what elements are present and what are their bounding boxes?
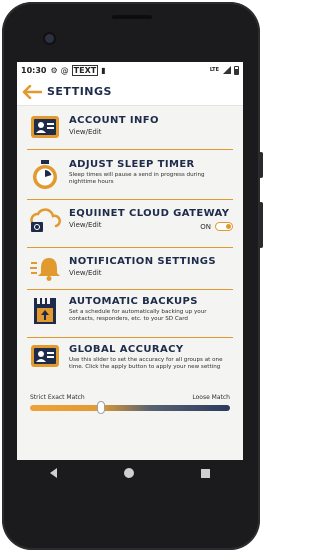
setting-notifications[interactable]: NOTIFICATION SETTINGS View/Edit xyxy=(27,248,233,290)
app-header: SETTINGS xyxy=(17,78,243,106)
setting-description: Use this slider to set the accuracy for … xyxy=(69,357,223,370)
network-type: LTE xyxy=(209,66,219,73)
account-card-icon xyxy=(27,115,63,149)
accuracy-card-icon xyxy=(27,344,63,394)
stopwatch-icon xyxy=(27,159,63,199)
setting-account-info[interactable]: ACCOUNT INFO View/Edit xyxy=(27,106,233,150)
nav-back-icon[interactable] xyxy=(50,468,58,478)
settings-list: ACCOUNT INFO View/Edit ADJUST SLEEP TIME… xyxy=(17,106,243,394)
earpiece-speaker xyxy=(112,15,152,19)
back-arrow-icon xyxy=(22,84,42,99)
setting-automatic-backups[interactable]: AUTOMATIC BACKUPS Set a schedule for aut… xyxy=(27,290,233,338)
text-badge: TEXT xyxy=(71,64,99,76)
battery-icon xyxy=(234,65,239,75)
app-screen: 10:30 ⚙ @ TEXT ▮ LTE SETTINGS ACCOUNT IN… xyxy=(17,62,243,460)
signal-icon xyxy=(222,66,231,74)
setting-title: NOTIFICATION SETTINGS xyxy=(69,256,216,267)
slider-max-label: Loose Match xyxy=(192,394,230,401)
setting-subtitle: View/Edit xyxy=(69,269,102,277)
toggle-label: ON xyxy=(200,222,211,231)
setting-global-accuracy: GLOBAL ACCURACY Use this slider to set t… xyxy=(27,338,233,394)
sd-backup-icon xyxy=(27,296,63,337)
at-icon: @ xyxy=(60,65,69,75)
slider-track[interactable] xyxy=(30,405,230,411)
status-bar: 10:30 ⚙ @ TEXT ▮ LTE xyxy=(17,62,243,78)
slider-min-label: Strict Exact Match xyxy=(30,394,85,401)
back-button[interactable] xyxy=(21,82,43,102)
setting-title: ACCOUNT INFO xyxy=(69,115,159,126)
slider-thumb[interactable] xyxy=(97,401,106,414)
cloud-gateway-icon xyxy=(27,208,63,247)
gear-icon: ⚙ xyxy=(50,65,58,75)
gateway-toggle-group: ON xyxy=(200,222,233,231)
setting-title: EQUIINET CLOUD GATEWAY xyxy=(69,208,230,219)
accuracy-slider[interactable] xyxy=(30,401,230,414)
nav-recents-icon[interactable] xyxy=(200,468,210,478)
android-nav-bar xyxy=(17,460,243,486)
setting-sleep-timer[interactable]: ADJUST SLEEP TIMER Sleep times will paus… xyxy=(27,150,233,200)
setting-title: GLOBAL ACCURACY xyxy=(69,344,184,355)
setting-title: AUTOMATIC BACKUPS xyxy=(69,296,198,307)
toggle-knob xyxy=(226,223,231,229)
setting-description: Sleep times will pause a send in progres… xyxy=(69,172,205,185)
page-title: SETTINGS xyxy=(47,85,112,98)
front-camera xyxy=(45,34,54,43)
status-time: 10:30 xyxy=(21,65,47,75)
setting-title: ADJUST SLEEP TIMER xyxy=(69,159,195,170)
accuracy-slider-labels: Strict Exact Match Loose Match xyxy=(17,394,243,401)
volume-button xyxy=(259,202,263,248)
nav-home-icon[interactable] xyxy=(123,468,134,478)
bell-icon xyxy=(27,256,63,289)
gateway-toggle[interactable] xyxy=(215,222,233,231)
sim-card-icon: ▮ xyxy=(101,65,106,75)
setting-subtitle: View/Edit xyxy=(69,128,102,136)
power-button xyxy=(259,152,263,178)
setting-cloud-gateway[interactable]: EQUIINET CLOUD GATEWAY View/Edit ON xyxy=(27,200,233,248)
setting-description: Set a schedule for automatically backing… xyxy=(69,309,207,322)
